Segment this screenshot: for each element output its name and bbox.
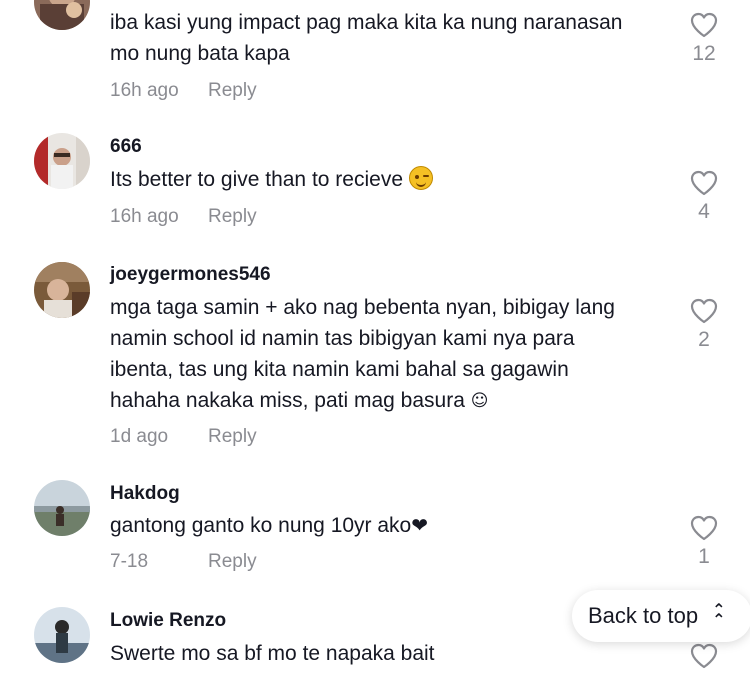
back-to-top-label: Back to top — [588, 603, 699, 628]
reply-button[interactable]: Reply — [208, 206, 257, 228]
comment-username[interactable]: Hakdog — [110, 483, 180, 505]
like-count: 1 — [698, 545, 710, 568]
comment-meta: 16h ago Reply — [110, 80, 257, 102]
like-button[interactable]: 12 — [688, 12, 720, 66]
back-to-top-button[interactable]: Back to top ⌃ ⌃ — [572, 590, 750, 642]
avatar[interactable] — [34, 480, 90, 536]
comment-meta: 7-18 Reply — [110, 551, 257, 573]
reply-button[interactable]: Reply — [208, 80, 257, 102]
avatar[interactable] — [34, 0, 90, 30]
comment-username[interactable]: joeygermones546 — [110, 264, 271, 286]
comment-text-body: mga taga samin + ako nag bebenta nyan, b… — [110, 296, 615, 412]
black-heart-emoji: ❤ — [411, 513, 429, 537]
like-count: 12 — [692, 42, 716, 65]
comment-time: 16h ago — [110, 80, 179, 101]
comment-time: 16h ago — [110, 206, 179, 227]
heart-outline-icon — [690, 298, 718, 324]
smile-emoji: ☺ — [470, 391, 489, 411]
like-count: 4 — [698, 200, 710, 223]
avatar[interactable] — [34, 607, 90, 663]
chevron-up-double-icon: ⌃ ⌃ — [712, 602, 726, 629]
reply-button[interactable]: Reply — [208, 426, 257, 448]
comment-time: 7-18 — [110, 551, 149, 572]
comment-text: iba kasi yung impact pag maka kita ka nu… — [110, 11, 623, 65]
reply-button[interactable]: Reply — [208, 551, 257, 573]
like-button[interactable]: 2 — [688, 298, 720, 352]
comment-username[interactable]: 666 — [110, 136, 142, 158]
comment-username[interactable]: Lowie Renzo — [110, 610, 226, 632]
heart-outline-icon — [690, 643, 718, 669]
comment-text: gantong ganto ko nung 10yr ako❤ — [110, 510, 650, 541]
avatar[interactable] — [34, 133, 90, 189]
heart-outline-icon — [690, 12, 718, 38]
comment-text-body: Its better to give than to recieve — [110, 168, 403, 191]
like-count: 2 — [698, 328, 710, 351]
avatar[interactable] — [34, 262, 90, 318]
like-button[interactable]: 4 — [688, 170, 720, 224]
comment-text: Its better to give than to recieve — [110, 164, 650, 195]
heart-outline-icon — [690, 170, 718, 196]
like-button[interactable] — [688, 643, 720, 669]
comment-meta: 16h ago Reply — [110, 206, 257, 228]
heart-outline-icon — [690, 515, 718, 541]
comment-text-body: gantong ganto ko nung 10yr ako — [110, 514, 412, 537]
comment-time: 1d ago — [110, 426, 169, 447]
comment-text: mga taga samin + ako nag bebenta nyan, b… — [110, 292, 640, 417]
comment-meta: 1d ago Reply — [110, 426, 257, 448]
like-button[interactable]: 1 — [688, 515, 720, 569]
comment-text: Swerte mo sa bf mo te napaka bait — [110, 642, 435, 665]
wink-emoji — [408, 166, 433, 190]
